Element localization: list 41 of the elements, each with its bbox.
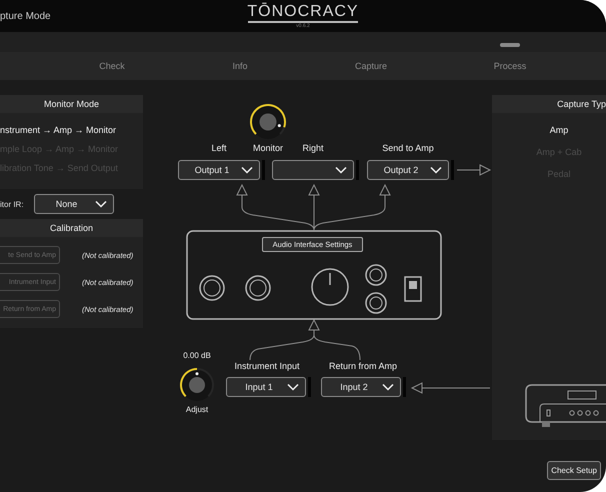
chevron-icon	[335, 166, 347, 174]
knob[interactable]	[249, 103, 287, 141]
arrowhead-icon	[308, 318, 320, 330]
arrowhead-icon	[308, 184, 320, 196]
arrowhead-icon	[379, 184, 391, 196]
panel-header: Capture Typ	[492, 95, 606, 113]
arrowhead-icon	[236, 184, 248, 196]
dropdown[interactable]: Input 1	[226, 377, 306, 397]
connector-line	[314, 330, 360, 360]
window-title: pture Mode	[0, 10, 52, 22]
dropdown[interactable]	[272, 160, 354, 180]
panel-header: Monitor Mode	[0, 95, 143, 113]
output-label: Right	[302, 143, 324, 153]
chevron-icon	[94, 200, 107, 208]
dropdown[interactable]: Output 2	[367, 160, 449, 180]
input-label: Instrument Input	[234, 361, 300, 371]
gain-reading: 0.00 dB	[183, 351, 211, 360]
tab[interactable]: Capture	[354, 61, 388, 71]
check-setup-button[interactable]: Check Setup	[547, 461, 601, 480]
chevron-icon	[241, 166, 253, 174]
dropdown[interactable]: Input 2	[321, 377, 401, 397]
dropdown[interactable]: None	[34, 194, 114, 214]
dropdown[interactable]: Output 1	[178, 160, 260, 180]
output-label: Send to Amp	[382, 143, 434, 153]
tab[interactable]: Process	[494, 61, 526, 71]
mode-option[interactable]: nstrument → Amp → Monitor	[0, 125, 143, 135]
knob-label: Adjust	[186, 405, 208, 414]
logo-text: TŌNOCRACY	[247, 4, 359, 20]
capture-type-option[interactable]: Amp	[550, 125, 568, 135]
output-label: Left	[212, 143, 226, 153]
knob[interactable]	[179, 367, 215, 403]
ir-label: itor IR:	[0, 200, 24, 208]
input-label: Return from Amp	[328, 361, 398, 371]
tab[interactable]: Check	[99, 61, 125, 71]
chevron-icon	[382, 383, 394, 391]
chevron-icon	[287, 383, 299, 391]
tab[interactable]: Info	[232, 61, 248, 71]
handle-icon[interactable]	[500, 42, 520, 46]
chevron-icon	[430, 166, 442, 174]
knob-label: Monitor	[253, 143, 283, 153]
panel-header: Calibration	[0, 219, 143, 237]
